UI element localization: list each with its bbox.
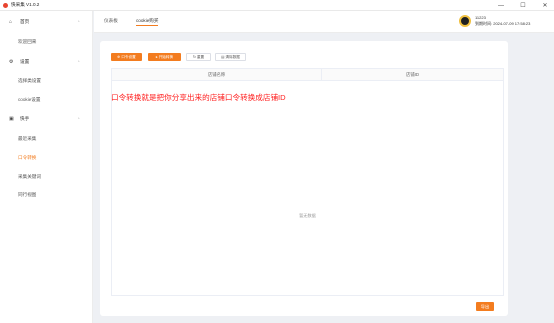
sidebar-item-label: 口令转换 [18, 155, 37, 160]
button-label: 开始转换 [158, 54, 174, 59]
sidebar-group-settings[interactable]: ⚙ 设置 ˆ [0, 55, 93, 69]
sidebar-item-label: 选择类设置 [18, 78, 41, 83]
minimize-button[interactable]: — [491, 0, 511, 11]
sidebar-item-welcome[interactable]: 欢迎回来 [0, 35, 93, 49]
chevron-up-icon: ˆ [78, 116, 80, 122]
sidebar-item-label: 设置 [20, 59, 30, 64]
user-name: 11223 [475, 15, 486, 20]
table-header: 店铺名称 店铺ID [112, 69, 503, 81]
window-title: 快采集 V1.0.2 [11, 2, 40, 7]
tab-cookie-purchase[interactable]: cookie购买 [136, 18, 159, 26]
main-panel: ⊕ 口令设置 ▸ 开始转换 ↻ 重置 ▤ 清除数据 店铺名称 店铺ID 口令转换… [100, 41, 508, 316]
sidebar-item-label: 同行视图 [18, 192, 37, 197]
export-button[interactable]: 导出 [476, 302, 494, 311]
close-button[interactable]: ✕ [535, 0, 554, 11]
app-logo-icon [3, 2, 8, 8]
empty-state-text: 暂无数据 [299, 213, 316, 218]
sidebar-item-label: 快手 [20, 116, 30, 121]
sidebar-item-select-settings[interactable]: 选择类设置 [0, 74, 93, 88]
kuaishou-icon: ▣ [9, 116, 14, 122]
sidebar-group-kuaishou[interactable]: ▣ 快手 ˆ [0, 112, 93, 126]
token-settings-button[interactable]: ⊕ 口令设置 [111, 53, 142, 61]
column-header-shop-name[interactable]: 店铺名称 [112, 69, 322, 81]
sidebar-item-token-convert[interactable]: 口令转换 [0, 151, 93, 165]
sidebar-item-label: 欢迎回来 [18, 39, 37, 44]
maximize-button[interactable]: ☐ [513, 0, 533, 11]
sidebar-item-label: 首页 [20, 19, 30, 24]
window-titlebar: 快采集 V1.0.2 — ☐ ✕ [0, 0, 554, 11]
chevron-up-icon: ˆ [78, 19, 80, 25]
start-convert-button[interactable]: ▸ 开始转换 [148, 53, 181, 61]
home-icon: ⌂ [9, 19, 13, 25]
sidebar-item-cookie-settings[interactable]: cookie设置 [0, 93, 93, 107]
reset-button[interactable]: ↻ 重置 [186, 53, 211, 61]
button-label: 重置 [196, 54, 205, 59]
sidebar-item-keywords[interactable]: 采集关键词 [0, 170, 93, 184]
user-expire-time: 到期时间: 2024-07-09 17:58:23 [475, 21, 531, 26]
sidebar-group-home[interactable]: ⌂ 首页 ˆ [0, 15, 93, 29]
chevron-up-icon: ˆ [78, 59, 80, 65]
button-label: 口令设置 [121, 54, 136, 59]
sidebar: ⌂ 首页 ˆ 欢迎回来 ⚙ 设置 ˆ 选择类设置 cookie设置 ▣ 快手 ˆ… [0, 11, 93, 323]
sidebar-item-recent[interactable]: 最近采集 [0, 132, 93, 146]
notice-text: 口令转换就是把你分享出来的店铺口令转换成店铺ID [111, 93, 286, 102]
gear-icon: ⚙ [9, 59, 14, 65]
tab-dashboard[interactable]: 仪表板 [104, 18, 118, 24]
clear-data-button[interactable]: ▤ 清除数据 [215, 53, 246, 61]
avatar[interactable] [459, 15, 471, 27]
sidebar-item-label: 采集关键词 [18, 174, 41, 179]
sidebar-item-label: cookie设置 [18, 97, 41, 102]
sidebar-item-peer-view[interactable]: 同行视图 [0, 188, 93, 202]
sidebar-item-label: 最近采集 [18, 136, 37, 141]
button-label: 清除数据 [225, 54, 240, 59]
shop-table: 店铺名称 店铺ID 口令转换就是把你分享出来的店铺口令转换成店铺ID 暂无数据 [111, 68, 504, 296]
top-bar: 仪表板 cookie购买 11223 到期时间: 2024-07-09 17:5… [94, 11, 554, 33]
column-header-shop-id[interactable]: 店铺ID [322, 69, 503, 81]
